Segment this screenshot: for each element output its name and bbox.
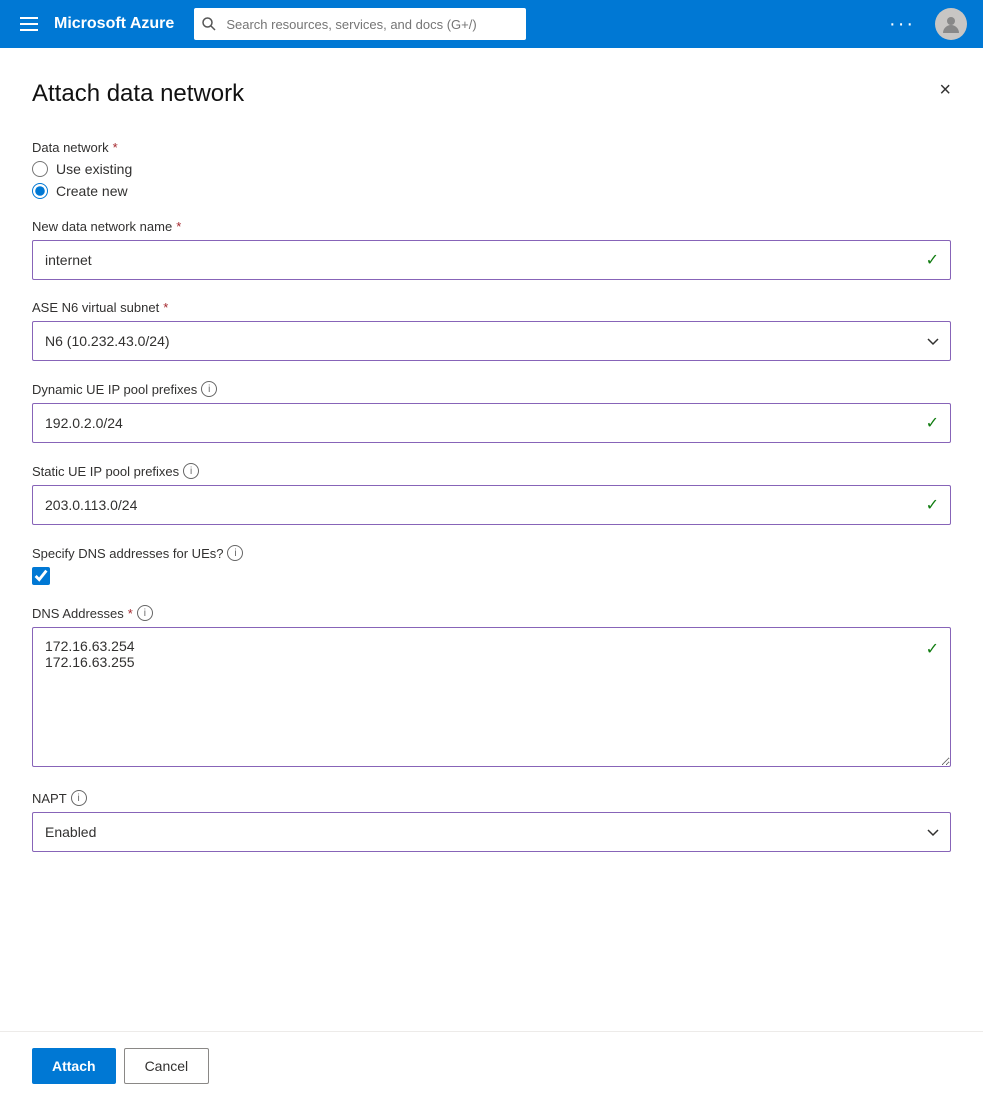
new-network-name-input[interactable] [32, 240, 951, 280]
radio-create-new[interactable]: Create new [32, 183, 951, 199]
radio-use-existing[interactable]: Use existing [32, 161, 951, 177]
close-button[interactable]: × [935, 76, 955, 104]
radio-use-existing-input[interactable] [32, 161, 48, 177]
specify-dns-info-icon[interactable]: i [227, 545, 243, 561]
napt-label: NAPT i [32, 790, 951, 806]
dns-addresses-info-icon[interactable]: i [137, 605, 153, 621]
attach-button[interactable]: Attach [32, 1048, 116, 1084]
check-icon-dns: ✓ [926, 639, 939, 659]
data-network-section: Data network * Use existing Create new [32, 140, 951, 199]
ase-n6-select[interactable]: N6 (10.232.43.0/24) N6 (10.232.44.0/24) [32, 321, 951, 361]
search-icon [202, 17, 216, 31]
main-panel: Attach data network × Data network * Use… [0, 48, 983, 1100]
new-network-name-wrapper: ✓ [32, 240, 951, 280]
ase-n6-section: ASE N6 virtual subnet * N6 (10.232.43.0/… [32, 300, 951, 361]
required-marker: * [113, 140, 118, 155]
search-input[interactable] [194, 8, 525, 40]
ase-n6-dropdown-wrapper: N6 (10.232.43.0/24) N6 (10.232.44.0/24) [32, 321, 951, 361]
data-network-label: Data network * [32, 140, 951, 155]
radio-create-new-label: Create new [56, 183, 128, 199]
radio-use-existing-label: Use existing [56, 161, 132, 177]
more-options[interactable]: ··· [881, 9, 923, 40]
hamburger-menu[interactable] [16, 13, 42, 35]
dns-addresses-label: DNS Addresses * i [32, 605, 951, 621]
check-icon-network-name: ✓ [926, 250, 939, 270]
napt-info-icon[interactable]: i [71, 790, 87, 806]
azure-logo: Microsoft Azure [54, 15, 174, 33]
dns-addresses-wrapper: 172.16.63.254 172.16.63.255 ✓ [32, 627, 951, 770]
napt-section: NAPT i Enabled Disabled [32, 790, 951, 852]
top-nav: Microsoft Azure ··· [0, 0, 983, 48]
radio-create-new-input[interactable] [32, 183, 48, 199]
specify-dns-checkbox[interactable] [32, 567, 50, 585]
bottom-action-bar: Attach Cancel [0, 1031, 983, 1100]
search-bar[interactable] [194, 8, 525, 40]
required-marker-2: * [176, 219, 181, 234]
specify-dns-checkbox-wrapper [32, 567, 951, 585]
required-marker-3: * [163, 300, 168, 315]
dynamic-ue-label: Dynamic UE IP pool prefixes i [32, 381, 951, 397]
panel-title: Attach data network [32, 80, 951, 108]
specify-dns-label: Specify DNS addresses for UEs? i [32, 545, 951, 561]
check-icon-dynamic-ue: ✓ [926, 413, 939, 433]
dns-addresses-textarea[interactable]: 172.16.63.254 172.16.63.255 [32, 627, 951, 767]
new-network-name-section: New data network name * ✓ [32, 219, 951, 280]
napt-dropdown-wrapper: Enabled Disabled [32, 812, 951, 852]
dns-addresses-section: DNS Addresses * i 172.16.63.254 172.16.6… [32, 605, 951, 770]
cancel-button[interactable]: Cancel [124, 1048, 210, 1084]
new-network-name-label: New data network name * [32, 219, 951, 234]
static-ue-label: Static UE IP pool prefixes i [32, 463, 951, 479]
specify-dns-section: Specify DNS addresses for UEs? i [32, 545, 951, 585]
static-ue-section: Static UE IP pool prefixes i ✓ [32, 463, 951, 525]
user-avatar[interactable] [935, 8, 967, 40]
ase-n6-label: ASE N6 virtual subnet * [32, 300, 951, 315]
dynamic-ue-section: Dynamic UE IP pool prefixes i ✓ [32, 381, 951, 443]
required-marker-4: * [128, 606, 133, 621]
napt-select[interactable]: Enabled Disabled [32, 812, 951, 852]
dynamic-ue-input[interactable] [32, 403, 951, 443]
check-icon-static-ue: ✓ [926, 495, 939, 515]
static-ue-input[interactable] [32, 485, 951, 525]
static-ue-info-icon[interactable]: i [183, 463, 199, 479]
dynamic-ue-info-icon[interactable]: i [201, 381, 217, 397]
data-network-radio-group: Use existing Create new [32, 161, 951, 199]
static-ue-wrapper: ✓ [32, 485, 951, 525]
dynamic-ue-wrapper: ✓ [32, 403, 951, 443]
